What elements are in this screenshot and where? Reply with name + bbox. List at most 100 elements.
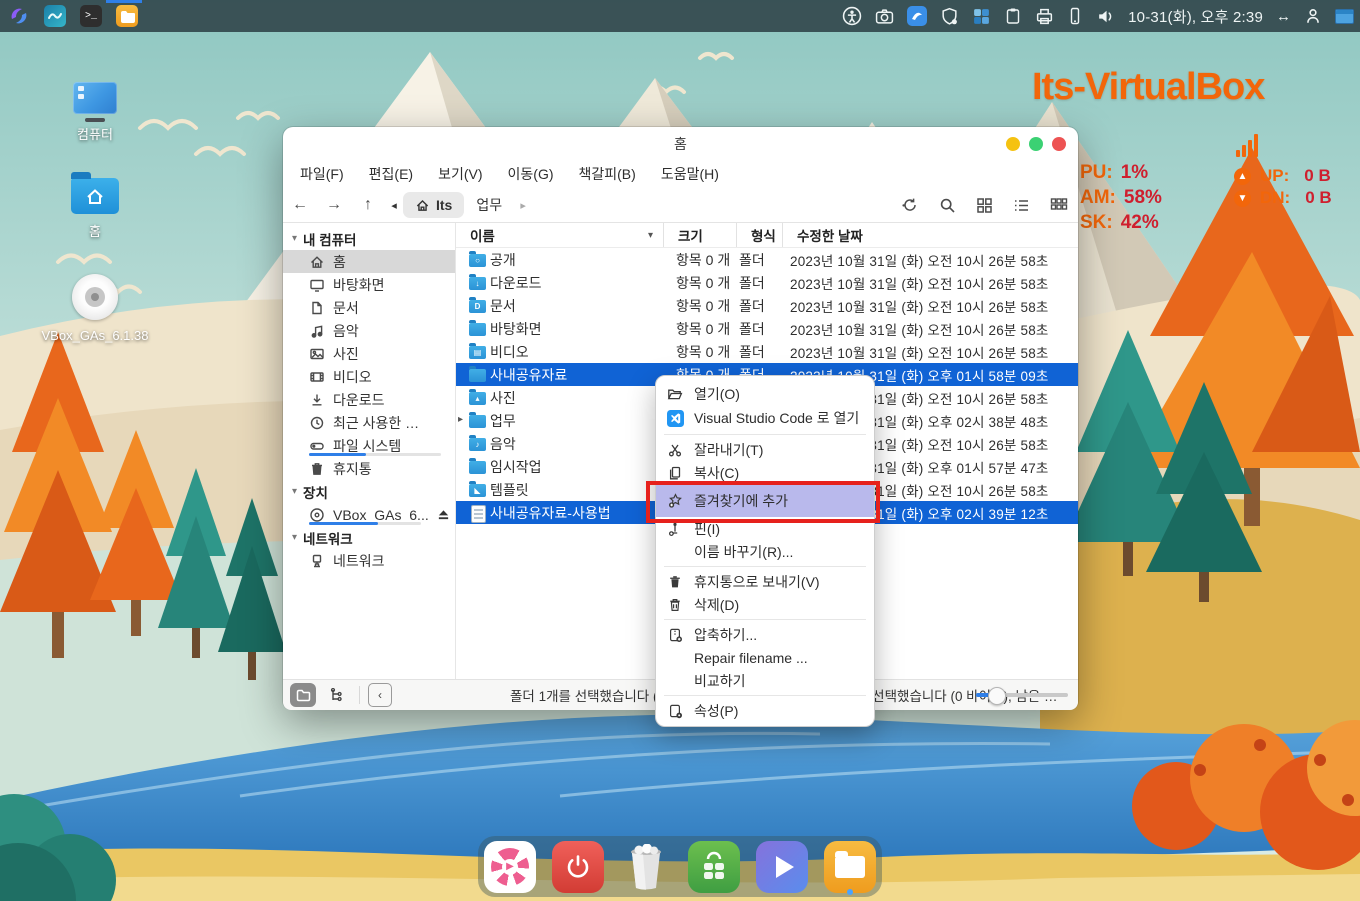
menu-item-properties[interactable]: 속성(P) xyxy=(656,699,874,722)
back-button[interactable]: ← xyxy=(283,196,317,214)
desktop-icon-home[interactable]: 홈 xyxy=(40,178,150,240)
menu-item-repair-filename[interactable]: Repair filename ... xyxy=(656,646,874,669)
sidebar: ▾내 컴퓨터 홈 바탕화면 문서 음악 사진 xyxy=(283,223,456,679)
phone-icon[interactable] xyxy=(1067,7,1083,25)
breadcrumb-home[interactable]: Its xyxy=(403,192,464,218)
resize-icon[interactable]: ↔ xyxy=(1276,8,1291,25)
minimize-button[interactable] xyxy=(1006,137,1020,151)
eject-icon[interactable] xyxy=(437,508,450,521)
folder-icon: ▤ xyxy=(469,346,486,359)
cut-icon xyxy=(666,441,684,459)
software-center-icon[interactable] xyxy=(688,841,740,893)
menu-item-delete[interactable]: 삭제(D) xyxy=(656,593,874,616)
menu-view[interactable]: 보기(V) xyxy=(438,164,482,184)
sidebar-item-pictures[interactable]: 사진 xyxy=(283,342,455,365)
volume-icon[interactable] xyxy=(1096,7,1115,26)
media-candy-icon[interactable]: ▶ xyxy=(484,841,536,893)
distro-logo-icon[interactable] xyxy=(8,5,30,27)
sidebar-item-filesystem[interactable]: 파일 시스템 xyxy=(283,434,455,457)
table-row[interactable]: ↓다운로드 항목 0 개폴더2023년 10월 31일 (화) 오전 10시 2… xyxy=(456,271,1078,294)
menu-item-move-to-trash[interactable]: 휴지통으로 보내기(V) xyxy=(656,570,874,593)
menu-item-cut[interactable]: 잘라내기(T) xyxy=(656,438,874,461)
printer-icon[interactable] xyxy=(1035,7,1054,26)
security-icon[interactable] xyxy=(940,7,959,26)
table-row[interactable]: 바탕화면 항목 0 개폴더2023년 10월 31일 (화) 오전 10시 26… xyxy=(456,317,1078,340)
crumb-scroll-left-icon[interactable]: ◂ xyxy=(385,199,403,212)
media-player-icon[interactable] xyxy=(756,841,808,893)
menu-item-compress[interactable]: 압축하기... xyxy=(656,623,874,646)
sidebar-item-vbox-cd[interactable]: VBox_GAs_6... xyxy=(283,503,455,526)
desktop-icon-label: 컴퓨터 xyxy=(40,124,150,143)
sidebar-item-documents[interactable]: 문서 xyxy=(283,296,455,319)
zoom-slider-handle[interactable] xyxy=(988,687,1006,705)
wave-app-icon[interactable] xyxy=(44,5,66,27)
menu-item-compare[interactable]: 비교하기 xyxy=(656,669,874,692)
up-button[interactable]: ↑ xyxy=(351,196,385,214)
sidebar-item-videos[interactable]: 비디오 xyxy=(283,365,455,388)
grid-view-button[interactable] xyxy=(976,197,993,214)
sidebar-item-desktop[interactable]: 바탕화면 xyxy=(283,273,455,296)
menu-edit[interactable]: 편집(E) xyxy=(369,164,413,184)
table-row[interactable]: ○공개 항목 0 개폴더2023년 10월 31일 (화) 오전 10시 26분… xyxy=(456,248,1078,271)
files-icon[interactable] xyxy=(824,841,876,893)
menu-item-pin[interactable]: 핀(I) xyxy=(656,517,874,540)
zoom-slider[interactable] xyxy=(976,693,1068,697)
menu-item-add-to-favorites[interactable]: 즐겨찾기에 추가 xyxy=(656,484,874,517)
home-folder-icon xyxy=(71,178,119,214)
reload-button[interactable] xyxy=(901,196,919,214)
treeview-toggle-button[interactable] xyxy=(323,683,349,707)
trash-full-icon[interactable] xyxy=(620,841,672,893)
table-row[interactable]: ▤비디오 항목 0 개폴더2023년 10월 31일 (화) 오전 10시 26… xyxy=(456,340,1078,363)
column-type[interactable]: 형식 xyxy=(736,223,782,247)
sort-desc-icon: ▾ xyxy=(648,230,653,241)
places-toggle-button[interactable] xyxy=(290,683,316,707)
window-preview-icon[interactable] xyxy=(1335,9,1354,24)
collapse-sidebar-button[interactable]: ‹ xyxy=(368,683,392,707)
device-usage-bar xyxy=(309,522,421,525)
search-button[interactable] xyxy=(939,197,956,214)
sidebar-item-recent[interactable]: 최근 사용한 … xyxy=(283,411,455,434)
clipboard-icon[interactable] xyxy=(1004,7,1022,25)
compact-view-button[interactable] xyxy=(1050,197,1068,214)
menu-item-open[interactable]: 열기(O) xyxy=(656,382,874,405)
panel-clock[interactable]: 10-31(화), 오후 2:39 xyxy=(1128,6,1263,27)
sidebar-section-computer[interactable]: ▾내 컴퓨터 xyxy=(283,227,455,250)
menu-item-rename[interactable]: 이름 바꾸기(R)... xyxy=(656,540,874,563)
sidebar-section-devices[interactable]: ▾장치 xyxy=(283,480,455,503)
desktop-icon-vbox-cd[interactable]: VBox_GAs_6.1.38 xyxy=(40,274,150,343)
close-button[interactable] xyxy=(1052,137,1066,151)
sidebar-item-network[interactable]: 네트워크 xyxy=(283,549,455,572)
menu-file[interactable]: 파일(F) xyxy=(300,164,344,184)
power-icon[interactable] xyxy=(552,841,604,893)
terminal-icon[interactable]: >_ xyxy=(80,5,102,27)
titlebar[interactable]: 홈 xyxy=(283,127,1078,160)
column-date[interactable]: 수정한 날짜 xyxy=(782,223,1078,247)
document-icon xyxy=(309,300,325,316)
menu-item-copy[interactable]: 복사(C) xyxy=(656,461,874,484)
list-view-button[interactable] xyxy=(1013,197,1030,214)
sidebar-item-trash[interactable]: 휴지통 xyxy=(283,457,455,480)
files-app-icon[interactable] xyxy=(116,5,138,27)
crumb-scroll-right-icon[interactable]: ▸ xyxy=(514,199,532,212)
accessibility-icon[interactable] xyxy=(842,6,862,26)
sidebar-item-downloads[interactable]: 다운로드 xyxy=(283,388,455,411)
input-method-icon[interactable] xyxy=(907,6,927,26)
menu-bookmarks[interactable]: 책갈피(B) xyxy=(579,164,636,184)
forward-button[interactable]: → xyxy=(317,196,351,214)
software-icon[interactable] xyxy=(972,7,991,26)
menubar: 파일(F) 편집(E) 보기(V) 이동(G) 책갈피(B) 도움말(H) xyxy=(283,160,1078,188)
sidebar-item-music[interactable]: 음악 xyxy=(283,319,455,342)
maximize-button[interactable] xyxy=(1029,137,1043,151)
menu-go[interactable]: 이동(G) xyxy=(508,164,554,184)
sidebar-section-network[interactable]: ▾네트워크 xyxy=(283,526,455,549)
user-icon[interactable] xyxy=(1304,7,1322,25)
sidebar-item-home[interactable]: 홈 xyxy=(283,250,455,273)
breadcrumb-next[interactable]: 업무 xyxy=(464,192,514,218)
column-size[interactable]: 크기 xyxy=(663,223,736,247)
screenshot-icon[interactable] xyxy=(875,7,894,26)
menu-item-open-with-vscode[interactable]: Visual Studio Code 로 열기 xyxy=(656,405,874,431)
table-row[interactable]: D문서 항목 0 개폴더2023년 10월 31일 (화) 오전 10시 26분… xyxy=(456,294,1078,317)
column-name[interactable]: 이름▾ xyxy=(456,223,663,247)
desktop-icon-computer[interactable]: 컴퓨터 xyxy=(40,82,150,143)
menu-help[interactable]: 도움말(H) xyxy=(661,164,719,184)
